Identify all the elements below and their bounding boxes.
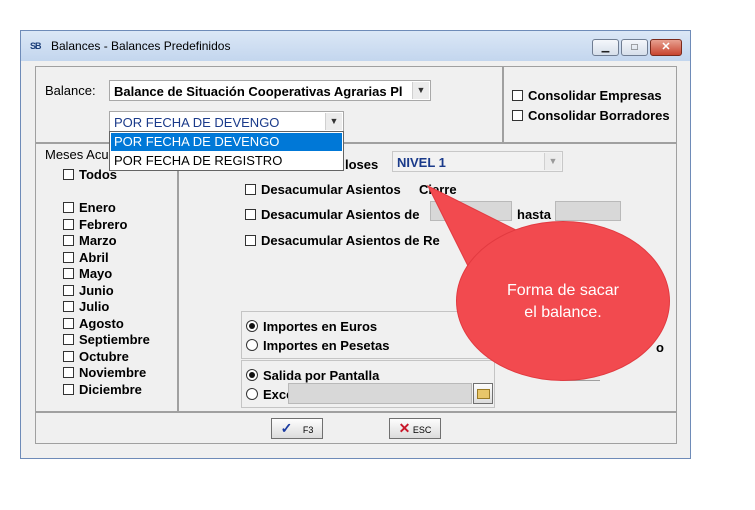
callout-line2: el balance.	[524, 304, 602, 321]
callout-line1: Forma de sacar	[506, 282, 620, 299]
callout-text: Forma de sacar el balance.	[457, 280, 669, 324]
